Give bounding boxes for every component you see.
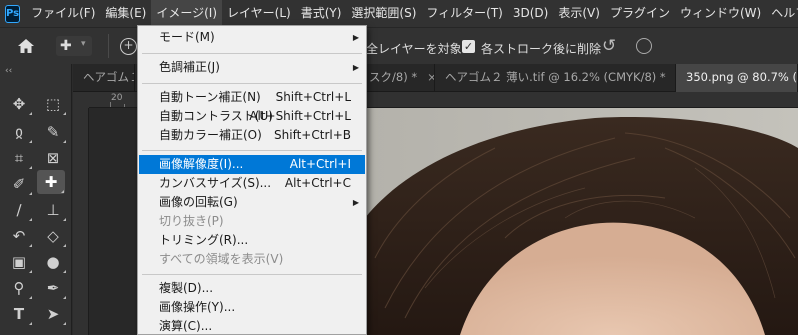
tab-hairtie-2[interactable]: ヘアゴム２ 薄い.tif @ 16.2% (CMYK/8) *× (435, 64, 676, 92)
menu-item-auto-color[interactable]: 自動カラー補正(O) Shift+Ctrl+B (139, 126, 365, 145)
tab-hairtie-1[interactable]: ヘアゴム１ (73, 64, 135, 92)
menu-view[interactable]: 表示(V) (553, 0, 605, 27)
menu-file[interactable]: ファイル(F) (26, 0, 100, 27)
menu-window[interactable]: ウィンドウ(W) (675, 0, 766, 27)
menu-select[interactable]: 選択範囲(S) (346, 0, 421, 27)
menu-item-auto-contrast[interactable]: 自動コントラスト(U) Alt+Shift+Ctrl+L (139, 107, 365, 126)
menu-item-mode[interactable]: モード(M) ▶ (139, 28, 365, 47)
type-tool-icon[interactable]: T (5, 302, 33, 326)
eraser-tool-icon[interactable]: ◇ (39, 224, 67, 248)
menu-item-image-rotation[interactable]: 画像の回転(G) ▶ (139, 193, 365, 212)
image-menu-dropdown: モード(M) ▶ 色調補正(J) ▶ 自動トーン補正(N) Shift+Ctrl+L … (137, 25, 367, 335)
gradient-tool-icon[interactable]: ▣ (5, 250, 33, 274)
menu-bar: Ps ファイル(F) 編集(E) イメージ(I) レイヤー(L) 書式(Y) 選… (0, 0, 798, 27)
menu-plugins[interactable]: プラグイン (605, 0, 675, 27)
undo-icon[interactable]: ↺ (602, 36, 616, 56)
menu-item-reveal-all: すべての領域を表示(V) (159, 252, 284, 266)
spot-healing-brush-icon[interactable]: ✚ (37, 170, 65, 194)
tool-preset-picker[interactable]: ✚ ▾ (56, 36, 92, 56)
submenu-arrow-icon: ▶ (352, 63, 359, 72)
clone-stamp-icon[interactable]: ⊥ (39, 198, 67, 222)
menu-separator (142, 53, 362, 54)
menu-help[interactable]: ヘルプ(H) (766, 0, 798, 27)
eyedropper-icon[interactable]: ✐ (5, 172, 33, 196)
menu-separator (142, 274, 362, 275)
home-icon[interactable] (16, 37, 36, 55)
menu-separator (142, 150, 362, 151)
options-bar: ✚ ▾ + 全レイヤーを対象 ✓ 各ストローク後に削除 ↺ (0, 27, 798, 64)
menu-item-adjustments[interactable]: 色調補正(J) ▶ (139, 58, 365, 77)
submenu-arrow-icon: ▶ (352, 198, 359, 207)
brush-settings-icon[interactable]: + (120, 38, 137, 55)
crop-tool-icon[interactable]: ⌗ (5, 146, 33, 170)
photoshop-logo: Ps (5, 4, 21, 23)
menu-item-crop: 切り抜き(P) (159, 214, 224, 228)
menu-layer[interactable]: レイヤー(L) (222, 0, 296, 27)
menu-3d[interactable]: 3D(D) (508, 0, 553, 27)
vertical-ruler[interactable] (73, 108, 89, 335)
pen-tool-icon[interactable]: ✒ (39, 276, 67, 300)
submenu-arrow-icon: ▶ (352, 33, 359, 42)
after-stroke-label: 各ストローク後に削除 (481, 42, 602, 56)
pressure-icon[interactable] (636, 38, 652, 54)
menu-item-duplicate[interactable]: 複製(D)... (139, 279, 365, 298)
menu-filter[interactable]: フィルター(T) (421, 0, 507, 27)
tools-panel: ‹‹ ✥ ⬚ ჲ ✎ ⌗ ⊠ ✐ ✚ ∕ ⊥ ↶ ◇ ▣ ● ⚲ ✒ T ➤ (0, 64, 72, 335)
collapse-icon[interactable]: ‹‹ (5, 66, 12, 76)
path-selection-icon[interactable]: ➤ (39, 302, 67, 326)
tab-hairtie-mask[interactable]: スク/8) *× (367, 64, 435, 92)
ruler-corner (73, 92, 89, 108)
tab-350-png[interactable]: 350.png @ 80.7% (RGB/ (676, 64, 798, 92)
document-image[interactable] (365, 108, 798, 335)
quick-selection-icon[interactable]: ✎ (39, 120, 67, 144)
frame-tool-icon[interactable]: ⊠ (39, 146, 67, 170)
close-icon[interactable]: × (427, 70, 434, 84)
menu-item-trim[interactable]: トリミング(R)... (139, 231, 365, 250)
dodge-tool-icon[interactable]: ⚲ (5, 276, 33, 300)
divider (108, 34, 109, 58)
brush-tool-icon[interactable]: ∕ (5, 198, 33, 222)
menu-item-apply-image[interactable]: 画像操作(Y)... (139, 298, 365, 317)
menu-separator (142, 83, 362, 84)
menu-type[interactable]: 書式(Y) (296, 0, 347, 27)
chevron-down-icon: ▾ (81, 39, 86, 49)
after-stroke-checkbox[interactable]: ✓ (462, 40, 475, 53)
history-brush-icon[interactable]: ↶ (5, 224, 33, 248)
spot-healing-brush-icon: ✚ (60, 38, 72, 54)
menu-item-calculations[interactable]: 演算(C)... (139, 317, 365, 335)
sample-all-layers-label[interactable]: 全レイヤーを対象 (366, 40, 462, 57)
blur-tool-icon[interactable]: ● (39, 250, 67, 274)
menu-item-canvas-size[interactable]: カンバスサイズ(S)... Alt+Ctrl+C (139, 174, 365, 193)
menu-image[interactable]: イメージ(I) (151, 0, 223, 27)
menu-item-auto-tone[interactable]: 自動トーン補正(N) Shift+Ctrl+L (139, 88, 365, 107)
rectangular-marquee-icon[interactable]: ⬚ (39, 92, 67, 116)
menu-edit[interactable]: 編集(E) (100, 0, 151, 27)
lasso-tool-icon[interactable]: ჲ (5, 120, 33, 144)
menu-item-image-size[interactable]: 画像解像度(I)... Alt+Ctrl+I (139, 155, 365, 174)
move-tool-icon[interactable]: ✥ (5, 92, 33, 116)
